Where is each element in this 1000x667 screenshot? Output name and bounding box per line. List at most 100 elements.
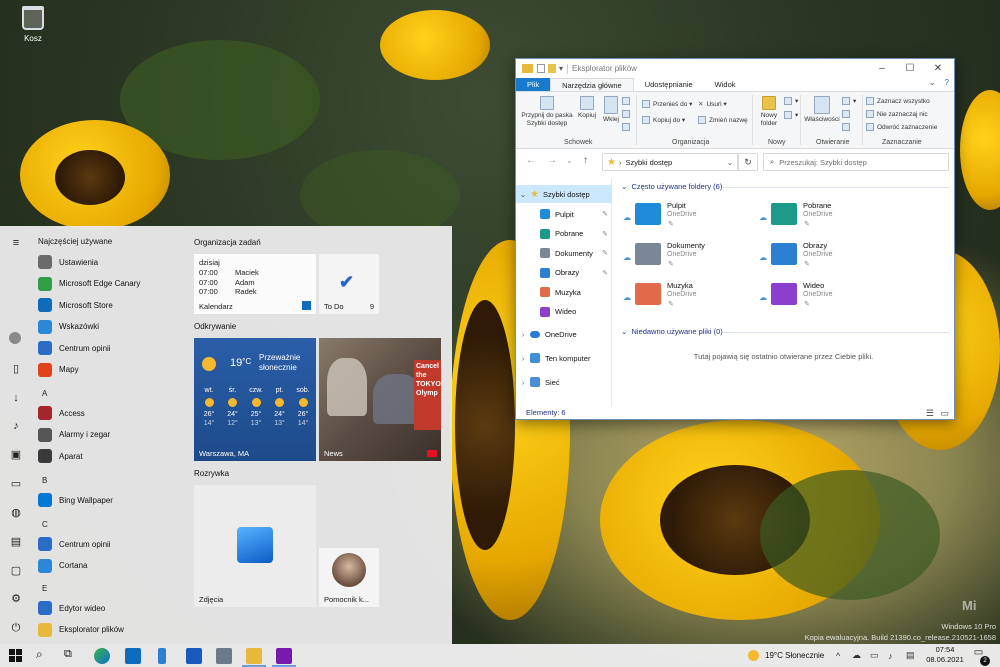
news-tile[interactable]: Cancel the TOKYO Olymp News <box>319 338 441 461</box>
power-icon[interactable]: ⏻ <box>9 621 23 635</box>
paste-button[interactable]: Wklej <box>600 96 622 124</box>
personal-folder-icon[interactable]: ▤ <box>9 535 23 549</box>
word-icon[interactable] <box>186 648 202 664</box>
folder-tile[interactable]: ☁ Dokumenty OneDrive ✎ <box>623 239 753 273</box>
app-list-item[interactable]: Microsoft Edge Canary <box>38 274 140 294</box>
copy-path-button[interactable] <box>622 110 633 118</box>
letter-b[interactable]: B <box>42 476 47 485</box>
forward-arrow-icon[interactable]: → <box>547 155 557 166</box>
app-list-item[interactable]: Access <box>38 403 85 423</box>
app-list-item[interactable]: Ustawienia <box>38 252 98 272</box>
tab-view[interactable]: Widok <box>704 78 747 91</box>
helper-tile[interactable]: Pomocnik k... <box>319 548 379 607</box>
properties-button[interactable]: Właściwości <box>804 96 840 124</box>
nav-item[interactable]: Pobrane ✎ <box>516 225 612 243</box>
tab-share[interactable]: Udostępnianie <box>634 78 704 91</box>
tab-file[interactable]: Plik <box>516 78 551 91</box>
app-list-item[interactable]: Bing Wallpaper <box>38 490 113 510</box>
ribbon-collapse-icon[interactable]: ⌄ <box>925 78 940 91</box>
refresh-icon[interactable]: ↻ <box>738 153 758 171</box>
nav-item[interactable]: Pulpit ✎ <box>516 205 612 223</box>
letter-c[interactable]: C <box>42 520 48 529</box>
volume-icon[interactable]: ♪ <box>888 644 893 667</box>
details-view-icon[interactable]: ☰ <box>926 406 934 420</box>
pictures-icon[interactable]: ▣ <box>9 448 23 462</box>
nav-item[interactable]: Wideo <box>516 303 612 321</box>
nav-this-pc[interactable]: › Ten komputer <box>516 349 612 367</box>
file-explorer-icon[interactable]: ▢ <box>9 564 23 578</box>
settings-gear-icon[interactable]: ⚙ <box>9 592 23 606</box>
hamburger-icon[interactable]: ≡ <box>9 236 23 250</box>
recent-files-heading[interactable]: ⌄ Niedawno używane pliki (0) <box>621 327 723 336</box>
close-icon[interactable]: ✕ <box>924 59 952 78</box>
paste-shortcut-button[interactable] <box>622 123 633 131</box>
music-icon[interactable]: ♪ <box>9 419 23 433</box>
app-list-item[interactable]: Centrum opinii <box>38 338 111 358</box>
search-icon[interactable]: ⌕ <box>36 647 43 662</box>
app-list-item[interactable]: Centrum opinii <box>38 534 111 554</box>
address-dropdown-icon[interactable]: ⌄ <box>727 158 733 167</box>
file-explorer-taskbar-icon[interactable] <box>246 648 262 664</box>
up-arrow-icon[interactable]: ↑ <box>583 155 588 166</box>
nav-item[interactable]: Muzyka <box>516 283 612 301</box>
minimize-icon[interactable]: – <box>868 59 896 78</box>
phone-icon[interactable] <box>158 648 166 664</box>
folder-tile[interactable]: ☁ Obrazy OneDrive ✎ <box>759 239 889 273</box>
weather-widget[interactable]: 19°C Słonecznie <box>748 644 824 667</box>
maximize-icon[interactable]: ☐ <box>896 59 924 78</box>
app-list-item[interactable]: Wskazówki <box>38 317 99 337</box>
qat-new-folder-icon[interactable] <box>548 64 556 73</box>
download-icon[interactable]: ↓ <box>9 391 23 405</box>
nav-quick-access[interactable]: ⌄ ★ Szybki dostęp <box>516 185 612 203</box>
network-icon[interactable]: ◍ <box>9 506 23 520</box>
app-list-item[interactable]: Microsoft Store <box>38 295 113 315</box>
edge-canary-icon[interactable] <box>94 648 110 664</box>
frequent-folders-heading[interactable]: ⌄ Często używane foldery (6) <box>621 182 722 191</box>
weather-tile[interactable]: 19°C Przeważnie słonecznie wt. 26° 14° śr. 2… <box>194 338 316 461</box>
photos-tile[interactable]: Zdjęcia <box>194 485 316 607</box>
nav-item[interactable]: Obrazy ✎ <box>516 264 612 282</box>
cut-button[interactable] <box>622 97 633 105</box>
calendar-tile[interactable]: dzisiaj 07:00 Maciek 07:00 Adam 07:00 Radek K… <box>194 254 316 314</box>
folder-tile[interactable]: ☁ Pobrane OneDrive ✎ <box>759 199 889 233</box>
tab-home[interactable]: Narzędzia główne <box>550 78 634 91</box>
new-folder-button[interactable]: Nowy folder <box>756 96 782 128</box>
video-icon[interactable]: ▭ <box>9 477 23 491</box>
onenote-icon[interactable] <box>276 648 292 664</box>
back-arrow-icon[interactable]: ← <box>526 155 536 166</box>
network-tray-icon[interactable]: ▭ <box>870 644 879 667</box>
app-list-item[interactable]: Eksplorator plików <box>38 620 124 640</box>
recent-locations-icon[interactable]: ⌄ <box>566 156 573 165</box>
document-icon[interactable]: ▯ <box>9 362 23 376</box>
easy-access-button[interactable]: ▾ <box>784 111 798 119</box>
select-all-button[interactable]: Zaznacz wszystko <box>866 97 930 105</box>
todo-tile[interactable]: ✔ To Do 9 <box>319 254 379 314</box>
recycle-bin[interactable]: Kosz <box>16 6 50 43</box>
nav-item[interactable]: Dokumenty ✎ <box>516 244 612 262</box>
open-button[interactable]: ▾ <box>842 97 856 105</box>
folder-tile[interactable]: ☁ Wideo OneDrive ✎ <box>759 279 889 313</box>
nav-onedrive[interactable]: › OneDrive <box>516 325 612 343</box>
invert-selection-button[interactable]: Odwróć zaznaczenie <box>866 123 937 131</box>
select-none-button[interactable]: Nie zaznaczaj nic <box>866 110 928 118</box>
app-list-item[interactable]: Mapy <box>38 360 79 380</box>
new-item-button[interactable]: ▾ <box>784 97 798 105</box>
qat-dropdown-icon[interactable]: ▾ <box>559 64 563 73</box>
history-button[interactable] <box>842 123 853 131</box>
edit-button[interactable] <box>842 110 853 118</box>
app-list-item[interactable]: Alarmy i zegar <box>38 425 110 445</box>
help-icon[interactable]: ? <box>940 78 954 91</box>
app-list-item[interactable]: Cortana <box>38 556 87 576</box>
copy-to-button[interactable]: Kopiuj do ▾ <box>642 116 685 124</box>
folder-tile[interactable]: ☁ Muzyka OneDrive ✎ <box>623 279 753 313</box>
pin-quick-access-button[interactable]: Przypnij do paska Szybki dostęp <box>520 96 574 128</box>
rename-button[interactable]: Zmień nazwę <box>698 116 748 124</box>
calculator-icon[interactable] <box>216 648 232 664</box>
notifications-icon[interactable]: ▭ 2 <box>970 647 990 666</box>
move-to-button[interactable]: Przenieś do ▾ <box>642 100 692 108</box>
clock[interactable]: 07:54 08.06.2021 <box>926 645 964 665</box>
copy-button[interactable]: Kopiuj <box>574 96 600 120</box>
start-button[interactable] <box>9 649 22 662</box>
letter-a[interactable]: A <box>42 389 47 398</box>
large-icons-view-icon[interactable]: ▭ <box>940 406 949 420</box>
